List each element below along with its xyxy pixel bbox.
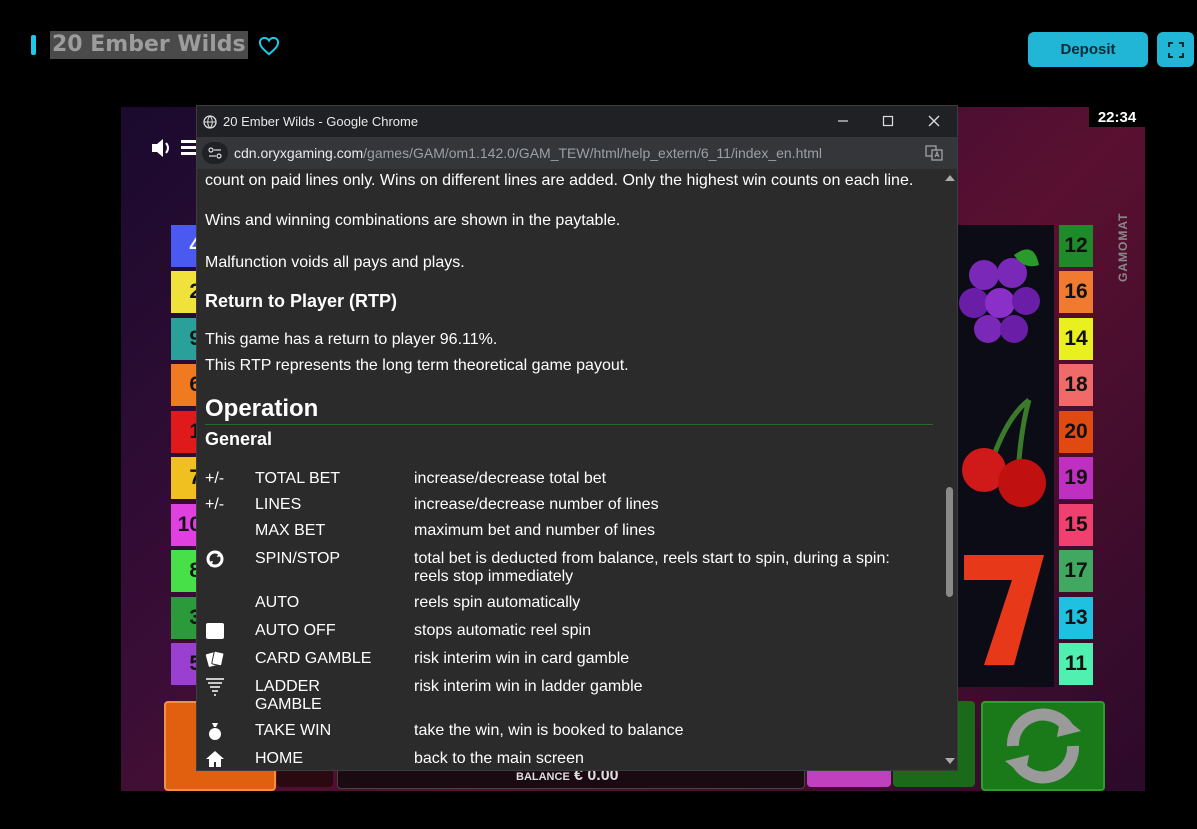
stop-square-icon xyxy=(206,623,224,639)
help-browser-window[interactable]: 20 Ember Wilds - Google Chrome cdn.oryxg… xyxy=(196,105,958,771)
line-badge: 14 xyxy=(1059,318,1093,360)
control-desc: increase/decrease total bet xyxy=(414,470,607,487)
paragraph: count on paid lines only. Wins on differ… xyxy=(205,172,914,189)
line-badge: 18 xyxy=(1059,364,1093,406)
brand-label: GAMOMAT xyxy=(1116,212,1130,282)
fullscreen-button[interactable] xyxy=(1157,32,1194,67)
control-desc: reels spin automatically xyxy=(414,594,581,611)
seven-symbol xyxy=(964,555,1044,665)
control-key: LADDER GAMBLE xyxy=(255,678,322,713)
reel-symbols xyxy=(959,249,1046,665)
maximize-button[interactable] xyxy=(878,111,898,131)
sound-icon[interactable] xyxy=(149,135,175,161)
line-badge: 12 xyxy=(1059,225,1093,267)
line-badge: 16 xyxy=(1059,271,1093,313)
control-desc: take the win, win is booked to balance xyxy=(414,722,684,739)
paragraph: This game has a return to player 96.11%. xyxy=(205,331,498,348)
fullscreen-icon xyxy=(1167,41,1184,58)
page-title: 20 Ember Wilds xyxy=(50,31,248,59)
control-key: SPIN/STOP xyxy=(255,550,341,567)
control-desc: stops automatic reel spin xyxy=(414,622,591,639)
general-heading: General xyxy=(205,429,273,449)
cards-icon xyxy=(205,650,225,667)
money-bag-icon xyxy=(209,723,221,740)
control-desc: risk interim win in card gamble xyxy=(414,650,630,667)
globe-icon xyxy=(203,114,217,129)
line-badge: 13 xyxy=(1059,597,1093,639)
site-info-button[interactable] xyxy=(202,142,228,164)
scroll-up-arrow[interactable] xyxy=(945,175,955,181)
maximize-icon xyxy=(882,115,894,127)
line-badge: 20 xyxy=(1059,411,1093,453)
address-bar[interactable]: cdn.oryxgaming.com/games/GAM/om1.142.0/G… xyxy=(197,137,957,169)
control-key: CARD GAMBLE xyxy=(255,650,372,667)
favorite-heart-icon[interactable] xyxy=(258,36,280,56)
url-host: cdn.oryxgaming.com xyxy=(234,145,364,161)
control-desc: risk interim win in ladder gamble xyxy=(414,678,643,695)
control-desc: total bet is deducted from balance, reel… xyxy=(414,550,890,585)
control-key: LINES xyxy=(255,496,302,513)
line-badge: 11 xyxy=(1059,643,1093,685)
control-key: TAKE WIN xyxy=(255,722,332,739)
translate-icon[interactable] xyxy=(925,145,943,161)
title-accent-bar xyxy=(31,35,36,55)
balance-label: BALANCE xyxy=(516,771,570,783)
close-icon xyxy=(928,115,940,127)
control-key: MAX BET xyxy=(255,522,326,539)
line-badge: 17 xyxy=(1059,550,1093,592)
site-settings-icon xyxy=(208,147,222,159)
minimize-button[interactable] xyxy=(833,111,853,131)
window-title: 20 Ember Wilds - Google Chrome xyxy=(223,114,419,129)
cherries-symbol xyxy=(962,398,1046,507)
scroll-down-arrow[interactable] xyxy=(945,758,955,764)
url-path: /games/GAM/om1.142.0/GAM_TEW/html/help_e… xyxy=(363,145,823,161)
control-symbol: +/- xyxy=(205,470,225,487)
control-desc: maximum bet and number of lines xyxy=(414,522,655,539)
window-titlebar[interactable]: 20 Ember Wilds - Google Chrome xyxy=(197,106,957,137)
operation-heading: Operation xyxy=(205,395,319,422)
clock: 22:34 xyxy=(1089,107,1145,127)
scrollbar-thumb[interactable] xyxy=(946,487,953,597)
deposit-button[interactable]: Deposit xyxy=(1028,32,1148,67)
ladder-icon xyxy=(206,678,224,696)
control-symbol: +/- xyxy=(205,496,225,513)
minimize-icon xyxy=(838,120,848,122)
line-badge: 15 xyxy=(1059,504,1093,546)
paragraph: Wins and winning combinations are shown … xyxy=(205,212,621,229)
grapes-symbol xyxy=(959,249,1040,343)
help-content[interactable]: count on paid lines only. Wins on differ… xyxy=(197,169,942,770)
reel-column xyxy=(954,225,1054,687)
spin-icon xyxy=(206,550,224,568)
control-desc: increase/decrease number of lines xyxy=(414,496,659,513)
spin-icon xyxy=(1005,708,1081,784)
spin-button[interactable] xyxy=(981,701,1105,791)
control-key: HOME xyxy=(255,750,303,767)
line-badge: 19 xyxy=(1059,457,1093,499)
control-key: AUTO OFF xyxy=(255,622,336,639)
rtp-heading: Return to Player (RTP) xyxy=(205,291,398,311)
paragraph: Malfunction voids all pays and plays. xyxy=(205,254,465,271)
scrollbar[interactable] xyxy=(942,169,957,770)
control-desc: back to the main screen xyxy=(414,750,584,767)
home-icon xyxy=(206,751,224,767)
section-divider xyxy=(205,424,933,425)
paragraph: This RTP represents the long term theore… xyxy=(205,357,629,374)
control-key: AUTO xyxy=(255,594,300,611)
close-button[interactable] xyxy=(924,111,944,131)
control-key: TOTAL BET xyxy=(255,470,341,487)
